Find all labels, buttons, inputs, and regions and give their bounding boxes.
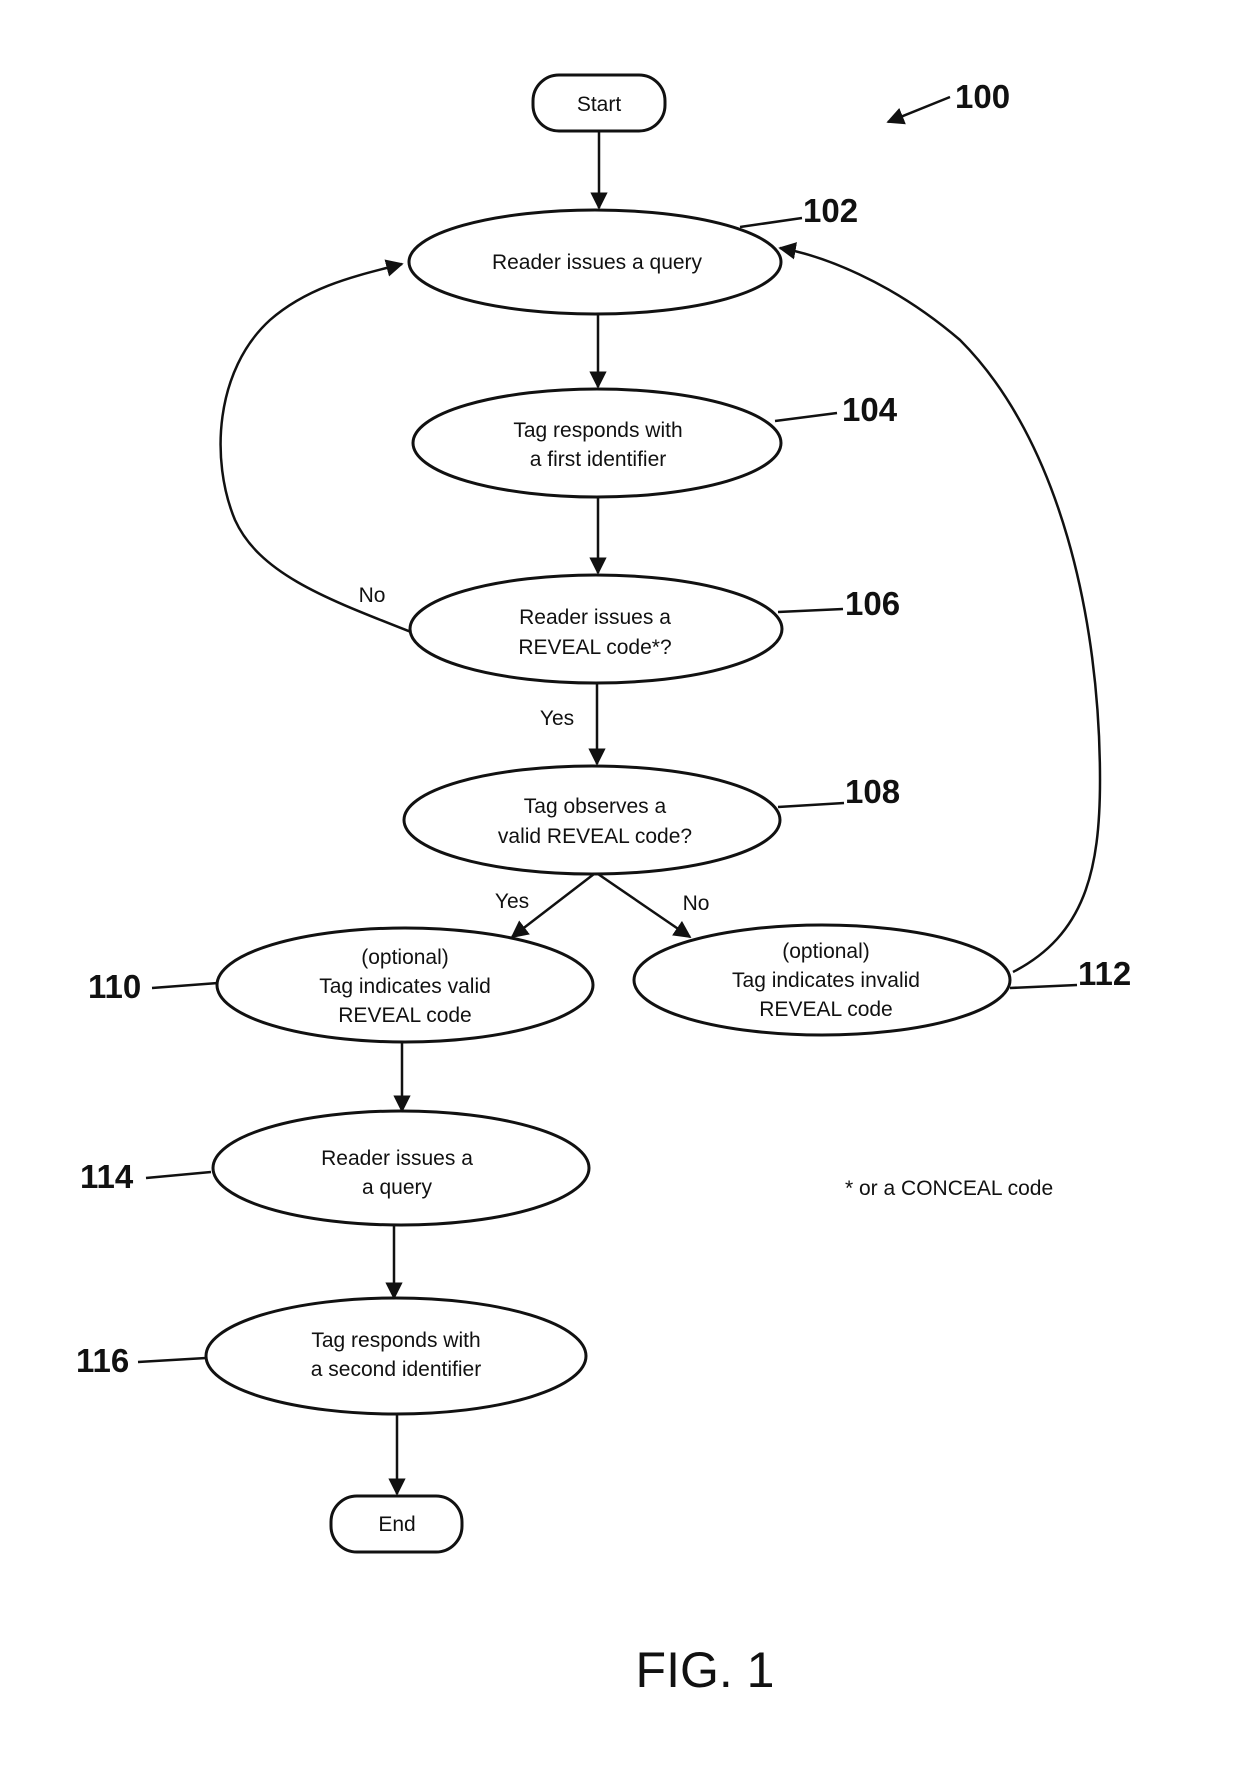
- node-104-shape: [411, 387, 783, 499]
- figure-caption: FIG. 1: [636, 1642, 775, 1698]
- node-108-label-line-1: Tag observes a: [524, 795, 667, 818]
- start-terminal-label: Start: [577, 93, 622, 116]
- end-terminal-label: End: [378, 1513, 415, 1536]
- node-112-ref: 112: [1078, 955, 1131, 992]
- node-112-label-line-3: REVEAL code: [759, 998, 892, 1021]
- node-104-label-line-2: a first identifier: [530, 448, 667, 471]
- node-106: Reader issues a REVEAL code*? 106: [408, 573, 900, 685]
- node-110-leader: [151, 981, 219, 990]
- node-108-ref: 108: [845, 773, 900, 810]
- node-102: Reader issues a query 102: [407, 192, 858, 316]
- edge-108-no-to-112: [597, 872, 692, 939]
- edge-label-108-no: No: [683, 892, 710, 915]
- node-108-shape: [402, 764, 782, 876]
- node-106-leader: [777, 607, 844, 614]
- node-110-ref: 110: [88, 968, 141, 1005]
- node-116: Tag responds with a second identifier 11…: [76, 1296, 588, 1416]
- node-106-ref: 106: [845, 585, 900, 622]
- figure-reference: 100: [886, 78, 1010, 125]
- node-112-leader: [1009, 983, 1078, 990]
- node-102-leader: [739, 216, 803, 229]
- node-114-label-line-2: a query: [362, 1176, 433, 1199]
- edge-label-106-no: No: [359, 584, 386, 607]
- end-terminal: End: [329, 1494, 464, 1554]
- node-106-label-line-1: Reader issues a: [519, 606, 671, 629]
- edge-106-no-loop-to-102: [219, 259, 412, 634]
- node-114-ref: 114: [80, 1158, 134, 1195]
- node-110-label-line-2: Tag indicates valid: [319, 975, 491, 998]
- node-108: Tag observes a valid REVEAL code? 108: [402, 764, 900, 876]
- node-110-label-line-1: (optional): [361, 946, 449, 969]
- node-108-leader: [777, 801, 845, 809]
- node-116-leader: [137, 1356, 207, 1364]
- node-102-label: Reader issues a query: [492, 251, 703, 274]
- node-104-ref: 104: [842, 391, 898, 428]
- node-116-shape: [204, 1296, 588, 1416]
- edge-label-106-yes: Yes: [540, 707, 574, 730]
- node-110: (optional) Tag indicates valid REVEAL co…: [88, 926, 595, 1044]
- node-110-label-line-3: REVEAL code: [338, 1004, 471, 1027]
- figure-reference-arrow: [886, 95, 951, 125]
- node-106-shape: [408, 573, 784, 685]
- node-114: Reader issues a a query 114: [80, 1109, 591, 1227]
- node-116-label-line-1: Tag responds with: [311, 1329, 480, 1352]
- footnote: * or a CONCEAL code: [845, 1177, 1053, 1200]
- node-116-label-line-2: a second identifier: [311, 1358, 481, 1381]
- node-104-label-line-1: Tag responds with: [513, 419, 682, 442]
- node-114-leader: [145, 1170, 212, 1180]
- figure-reference-number: 100: [955, 78, 1010, 115]
- flowchart-diagram: 100 Start Reader issues a query 102 Tag …: [76, 73, 1131, 1698]
- node-102-ref: 102: [803, 192, 858, 229]
- node-114-label-line-1: Reader issues a: [321, 1147, 473, 1170]
- node-104-leader: [774, 411, 838, 423]
- node-104: Tag responds with a first identifier 104: [411, 387, 898, 499]
- edge-label-108-yes: Yes: [495, 890, 529, 913]
- node-108-label-line-2: valid REVEAL code?: [498, 825, 692, 848]
- node-116-ref: 116: [76, 1342, 129, 1379]
- start-terminal: Start: [531, 73, 667, 133]
- node-112: (optional) Tag indicates invalid 112 REV…: [632, 923, 1131, 1037]
- node-112-label-line-1: (optional): [782, 940, 870, 963]
- node-112-label-line-2: Tag indicates invalid: [732, 969, 920, 992]
- node-106-label-line-2: REVEAL code*?: [518, 636, 671, 659]
